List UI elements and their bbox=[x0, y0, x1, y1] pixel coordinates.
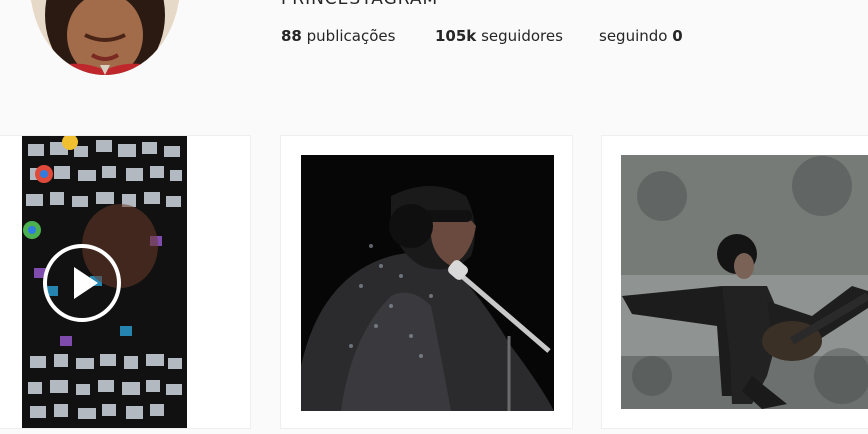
posts-grid bbox=[0, 136, 868, 434]
post-tile-image[interactable] bbox=[281, 136, 572, 428]
post-tile-image[interactable] bbox=[602, 136, 868, 428]
play-icon[interactable] bbox=[42, 243, 122, 323]
followers-count: 105k bbox=[435, 27, 477, 45]
profile-header: PRINCESTAGRAM 88 publicações 105k seguid… bbox=[0, 0, 868, 100]
followers-stat[interactable]: 105k seguidores bbox=[435, 27, 563, 45]
posts-label: publicações bbox=[306, 27, 396, 45]
post-tile-video[interactable] bbox=[0, 136, 250, 428]
following-label: seguindo bbox=[599, 27, 668, 45]
posts-count: 88 bbox=[281, 27, 302, 45]
profile-username: PRINCESTAGRAM bbox=[281, 0, 438, 9]
following-count: 0 bbox=[672, 27, 683, 45]
followers-label: seguidores bbox=[481, 27, 563, 45]
following-stat[interactable]: seguindo 0 bbox=[599, 27, 683, 45]
profile-avatar[interactable] bbox=[30, 0, 180, 75]
post-image bbox=[602, 136, 868, 428]
posts-stat: 88 publicações bbox=[281, 27, 395, 45]
video-thumbnail bbox=[0, 136, 250, 428]
post-image bbox=[281, 136, 572, 428]
